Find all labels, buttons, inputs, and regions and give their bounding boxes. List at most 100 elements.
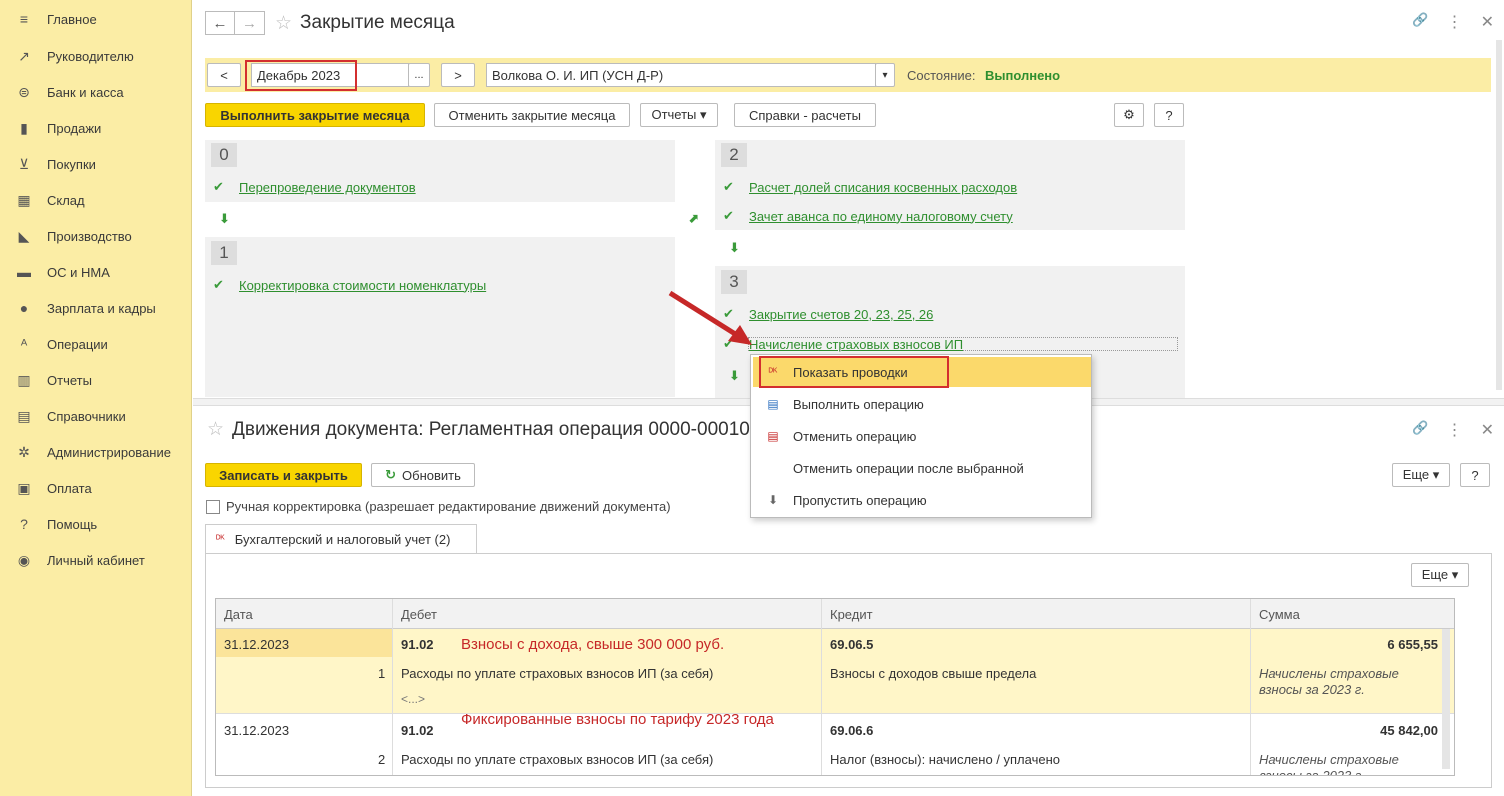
- sidebar-icon: ᴬ: [20, 336, 28, 352]
- sidebar-item[interactable]: ↗ Руководителю: [0, 38, 191, 74]
- sidebar-item[interactable]: ▤ Справочники: [0, 398, 191, 434]
- period-select-button[interactable]: ...: [408, 63, 430, 87]
- grid-scrollbar[interactable]: [1442, 629, 1450, 769]
- bottom-window-controls: 🔗 ⋮ ✕: [1412, 420, 1494, 440]
- more-icon[interactable]: ⋮: [1447, 420, 1463, 440]
- col-date[interactable]: Дата: [224, 607, 253, 622]
- bottom-title-row: ☆ Движения документа: Регламентная опера…: [207, 418, 750, 441]
- row1-annotation: Взносы с дохода, свыше 300 000 руб.: [461, 636, 725, 653]
- reports-button[interactable]: Отчеты ▾: [640, 103, 718, 127]
- back-button[interactable]: ←: [205, 11, 235, 35]
- menu-item-label: Выполнить операцию: [793, 396, 924, 412]
- sidebar-item-label: Склад: [47, 192, 85, 208]
- row1-debit-more[interactable]: <...>: [401, 692, 425, 706]
- menu-item-label: Отменить операцию: [793, 428, 917, 444]
- stage-0-op-1[interactable]: ✔ Перепроведение документов: [213, 178, 416, 196]
- refresh-button[interactable]: ↻ Обновить: [371, 463, 475, 487]
- row2-comment: Начислены страховые взносы за 2023 г.: [1259, 752, 1399, 776]
- row2-sum: 45 842,00: [1380, 723, 1438, 738]
- op-insurance-contributions-link[interactable]: Начисление страховых взносов ИП: [749, 337, 963, 352]
- row1-credit-subconto: Взносы с доходов свыше предела: [830, 666, 1037, 681]
- arrow-down-icon: ⬇: [729, 368, 740, 383]
- row2-date: 31.12.2023: [224, 723, 290, 738]
- references-button[interactable]: Справки - расчеты: [734, 103, 876, 127]
- cancel-closing-button[interactable]: Отменить закрытие месяца: [434, 103, 630, 127]
- sidebar-item[interactable]: ≡ Главное: [0, 0, 191, 38]
- sidebar-item[interactable]: ▬ ОС и НМА: [0, 254, 191, 290]
- sidebar-item-label: Продажи: [47, 120, 102, 136]
- sidebar-item[interactable]: ◉ Личный кабинет: [0, 542, 191, 578]
- col-debit[interactable]: Дебет: [401, 607, 437, 622]
- sidebar-item[interactable]: ● Зарплата и кадры: [0, 290, 191, 326]
- stage-1-op-1[interactable]: ✔ Корректировка стоимости номенклатуры: [213, 276, 486, 294]
- stage-2-op-1[interactable]: ✔ Расчет долей списания косвенных расход…: [723, 178, 1017, 196]
- manual-correction-label: Ручная корректировка (разрешает редактир…: [226, 499, 671, 514]
- sidebar-icon: ◣: [18, 227, 30, 244]
- stage-2-number: 2: [721, 143, 747, 167]
- sidebar-item[interactable]: ▮ Продажи: [0, 110, 191, 146]
- menu-item-cancel-operation[interactable]: ▤ Отменить операцию: [753, 421, 1091, 451]
- stage-0-number: 0: [211, 143, 237, 167]
- row2-credit-account: 69.06.6: [830, 723, 874, 738]
- save-and-close-button[interactable]: Записать и закрыть: [205, 463, 362, 487]
- sidebar-item[interactable]: ◣ Производство: [0, 218, 191, 254]
- sidebar-icon: ▬: [17, 264, 31, 280]
- help-button[interactable]: ?: [1154, 103, 1184, 127]
- row1-debit-account: 91.02: [401, 637, 434, 652]
- link-icon[interactable]: 🔗: [1412, 12, 1428, 32]
- sidebar-item[interactable]: ▦ Склад: [0, 182, 191, 218]
- window-controls: 🔗 ⋮ ✕: [1412, 12, 1494, 32]
- op-reposting-link[interactable]: Перепроведение документов: [239, 180, 416, 195]
- top-scrollbar[interactable]: [1496, 40, 1502, 390]
- sidebar-item[interactable]: ▥ Отчеты: [0, 362, 191, 398]
- menu-item-skip-operation[interactable]: ⬇ Пропустить операцию: [753, 485, 1091, 515]
- sidebar-item[interactable]: ▣ Оплата: [0, 470, 191, 506]
- menu-item-run-operation[interactable]: ▤ Выполнить операцию: [753, 389, 1091, 419]
- manual-correction-checkbox[interactable]: [206, 500, 220, 514]
- forward-button[interactable]: →: [235, 11, 265, 35]
- done-check-icon: ✔: [213, 277, 224, 292]
- sidebar-item-label: Руководителю: [47, 48, 134, 64]
- sidebar-item-label: Банк и касса: [47, 84, 124, 100]
- menu-item-cancel-after[interactable]: Отменить операции после выбранной: [753, 453, 1091, 483]
- sidebar-item-label: Главное: [47, 11, 97, 27]
- done-check-icon: ✔: [723, 179, 734, 194]
- favorite-star-icon[interactable]: ☆: [207, 418, 224, 441]
- row2-debit-account: 91.02: [401, 723, 434, 738]
- organization-field[interactable]: Волкова О. И. ИП (УСН Д-Р): [486, 63, 876, 87]
- run-document-icon: ▤: [767, 397, 779, 411]
- menu-item-highlight: [759, 356, 949, 388]
- sidebar-icon: ?: [20, 516, 28, 532]
- skip-arrow-icon: ⬇: [767, 493, 779, 507]
- grid-more-button[interactable]: Еще ▾: [1411, 563, 1469, 587]
- arrow-up-right-icon: ⬆: [684, 209, 703, 228]
- col-sum[interactable]: Сумма: [1259, 607, 1300, 622]
- sidebar-icon: ✲: [18, 443, 30, 460]
- op-cost-adjustment-link[interactable]: Корректировка стоимости номенклатуры: [239, 278, 486, 293]
- close-icon[interactable]: ✕: [1481, 12, 1494, 32]
- title-row: ← → ☆ Закрытие месяца: [205, 10, 455, 36]
- sidebar-icon: ▮: [20, 119, 28, 136]
- run-closing-button[interactable]: Выполнить закрытие месяца: [205, 103, 425, 127]
- settings-gear-icon[interactable]: ⚙: [1114, 103, 1144, 127]
- organization-dropdown-button[interactable]: ▾: [875, 63, 895, 87]
- period-prev-button[interactable]: <: [207, 63, 241, 87]
- op-close-accounts-link[interactable]: Закрытие счетов 20, 23, 25, 26: [749, 307, 933, 322]
- stage-2-op-2[interactable]: ✔ Зачет аванса по единому налоговому сче…: [723, 207, 1013, 225]
- close-icon[interactable]: ✕: [1481, 420, 1494, 440]
- sidebar-item[interactable]: ᴬ Операции: [0, 326, 191, 362]
- op-indirect-costs-link[interactable]: Расчет долей списания косвенных расходов: [749, 180, 1017, 195]
- tab-accounting[interactable]: ᴰᴷ Бухгалтерский и налоговый учет (2): [205, 524, 477, 554]
- sidebar-item[interactable]: ✲ Администрирование: [0, 434, 191, 470]
- col-credit[interactable]: Кредит: [830, 607, 873, 622]
- more-actions-button[interactable]: Еще ▾: [1392, 463, 1450, 487]
- op-advance-offset-link[interactable]: Зачет аванса по единому налоговому счету: [749, 209, 1013, 224]
- sidebar-item[interactable]: ⊻ Покупки: [0, 146, 191, 182]
- more-icon[interactable]: ⋮: [1447, 12, 1463, 32]
- sidebar-item[interactable]: ? Помощь: [0, 506, 191, 542]
- favorite-star-icon[interactable]: ☆: [275, 12, 292, 35]
- period-next-button[interactable]: >: [441, 63, 475, 87]
- help-button[interactable]: ?: [1460, 463, 1490, 487]
- sidebar-item[interactable]: ⊜ Банк и касса: [0, 74, 191, 110]
- link-icon[interactable]: 🔗: [1412, 420, 1428, 440]
